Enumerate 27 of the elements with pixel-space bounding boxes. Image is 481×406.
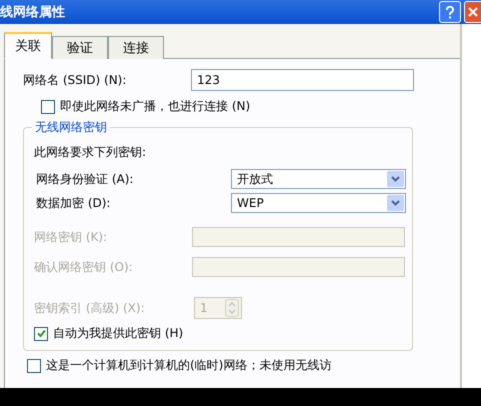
tab[interactable]: 关联 (4, 32, 52, 59)
dropdown-value: 开放式 (237, 170, 273, 188)
dropdown-value: WEP (237, 196, 264, 210)
checkbox[interactable] (41, 100, 55, 114)
input-field[interactable]: 123 (191, 69, 414, 91)
field-label: 网络密钥 (K): (34, 228, 108, 246)
field-label: 确认网络密钥 (O): (34, 258, 134, 276)
close-icon[interactable] (464, 1, 481, 23)
input-field[interactable] (192, 257, 405, 277)
field-label: 密钥索引 (高级) (X): (34, 300, 146, 316)
checkbox[interactable] (34, 326, 48, 340)
window-title: 线网络属性 (0, 4, 66, 21)
help-icon[interactable] (439, 1, 461, 23)
check-icon (36, 329, 46, 338)
checkbox-label: 这是一个计算机到计算机的(临时)网络；未使用无线访 (46, 357, 332, 374)
field-label: 网络名 (SSID) (N): (23, 72, 128, 88)
field-label: 网络身份验证 (A): (35, 170, 134, 188)
tab[interactable]: 验证 (52, 36, 108, 59)
checkbox-label: 自动为我提供此密钥 (H) (53, 325, 184, 342)
intro-text: 此网络要求下列密钥: (34, 144, 148, 161)
checkbox[interactable] (27, 358, 41, 372)
dropdown[interactable]: 开放式 (231, 169, 406, 189)
tab[interactable]: 连接 (108, 36, 164, 59)
dropdown[interactable]: WEP (231, 193, 406, 213)
input-field[interactable] (192, 227, 405, 247)
checkbox-label: 即使此网络未广播，也进行连接 (N) (60, 98, 250, 115)
field-label: 数据加密 (D): (35, 194, 112, 212)
